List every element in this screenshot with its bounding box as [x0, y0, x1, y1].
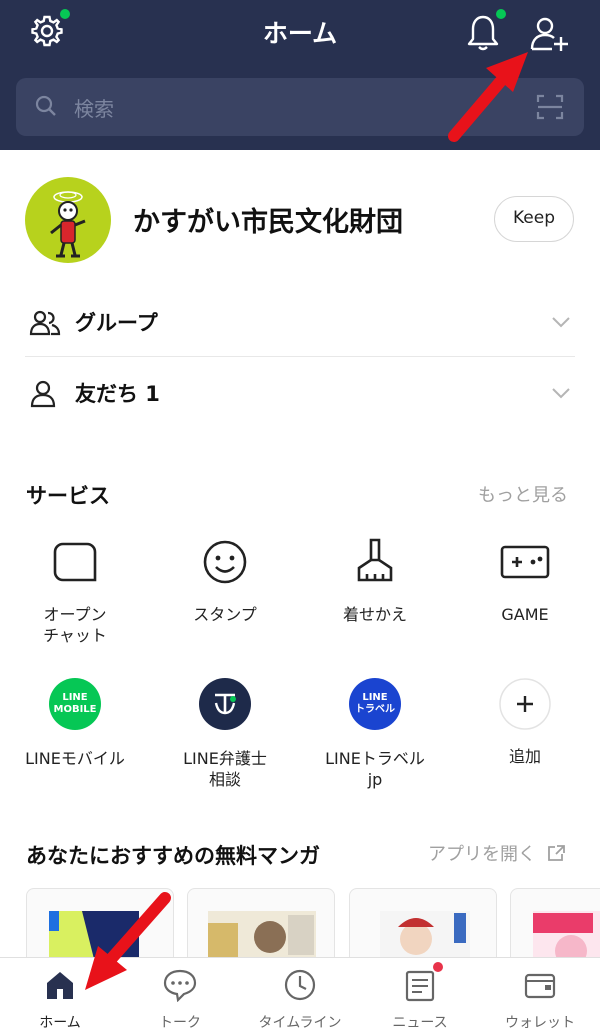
bottom-navigation: ホーム トーク タイムライン ニュース ウォレット	[0, 957, 600, 1032]
nav-label: ウォレット	[505, 1015, 575, 1031]
search-bar[interactable]: 検索	[16, 78, 584, 136]
nav-label: トーク	[159, 1015, 201, 1031]
profile-name[interactable]: かすがい市民文化財団	[133, 200, 403, 239]
service-label: スタンプ	[193, 605, 257, 624]
chat-icon	[163, 968, 197, 1003]
service-label: GAME	[501, 605, 549, 624]
group-label: グループ	[75, 311, 158, 335]
manga-card[interactable]	[510, 888, 600, 968]
game-icon	[497, 534, 553, 590]
group-icon	[29, 309, 61, 341]
add-friend-icon[interactable]	[530, 15, 570, 57]
nav-timeline[interactable]: タイムライン	[240, 968, 360, 1032]
nav-talk[interactable]: トーク	[120, 968, 240, 1032]
page-title: ホーム	[262, 19, 338, 48]
bell-notification-dot	[496, 9, 506, 19]
nav-wallet[interactable]: ウォレット	[480, 968, 600, 1032]
line-travel-icon: LINE トラベル	[347, 678, 403, 734]
nav-label: ニュース	[392, 1015, 448, 1031]
qr-scan-icon[interactable]	[536, 94, 564, 124]
service-label: LINE弁護士 相談	[183, 749, 267, 789]
wallet-icon	[523, 968, 557, 1002]
annotation-arrow-add-friend	[85, 52, 528, 990]
profile-avatar[interactable]	[25, 177, 111, 263]
service-label: LINEモバイル	[25, 749, 125, 768]
see-more-link[interactable]: もっと見る	[478, 481, 568, 507]
service-line-mobile[interactable]: LINE MOBILE LINEモバイル	[10, 676, 140, 769]
manga-card[interactable]	[26, 888, 174, 968]
nav-home[interactable]: ホーム	[0, 968, 120, 1032]
manga-card[interactable]	[349, 888, 497, 968]
service-open-chat[interactable]: オープン チャット	[10, 534, 140, 646]
chevron-down-icon	[551, 384, 571, 403]
bell-icon[interactable]	[466, 14, 500, 56]
search-icon	[34, 94, 58, 122]
line-travel-badge: LINE トラベル	[349, 678, 401, 730]
service-line-travel[interactable]: LINE トラベル LINEトラベル jp	[310, 676, 440, 790]
nav-label: ホーム	[39, 1015, 81, 1031]
open-chat-icon	[47, 534, 103, 590]
service-sticker[interactable]: スタンプ	[160, 534, 290, 625]
manga-title: あなたにおすすめの無料マンガ	[26, 844, 320, 868]
top-header: ホーム 検索	[0, 0, 600, 150]
friend-icon	[29, 380, 57, 412]
row-divider	[25, 356, 575, 357]
service-add[interactable]: 追加	[460, 676, 590, 767]
friends-label: 友だち 1	[75, 382, 160, 406]
services-title: サービス	[26, 484, 110, 508]
service-label: 着せかえ	[342, 605, 407, 624]
sticker-icon	[197, 534, 253, 590]
service-theme[interactable]: 着せかえ	[310, 534, 440, 625]
line-lawyer-icon	[197, 678, 253, 734]
manga-card[interactable]	[187, 888, 335, 968]
group-row[interactable]: グループ	[25, 287, 575, 357]
service-label: オープン チャット	[43, 605, 107, 645]
service-line-lawyer[interactable]: LINE弁護士 相談	[160, 676, 290, 790]
chevron-down-icon	[551, 313, 571, 332]
open-app-link[interactable]: アプリを開く	[428, 840, 566, 866]
news-icon	[403, 962, 443, 1002]
search-input[interactable]: 検索	[74, 93, 114, 122]
service-label: LINEトラベル jp	[325, 749, 425, 789]
add-icon	[497, 676, 553, 732]
clock-icon	[283, 968, 317, 1002]
home-icon	[43, 968, 77, 1002]
nav-news[interactable]: ニュース	[360, 962, 480, 1032]
friends-row[interactable]: 友だち 1	[25, 358, 575, 428]
nav-label: タイムライン	[258, 1015, 342, 1031]
open-app-label: アプリを開く	[428, 844, 536, 865]
line-mobile-icon: LINE MOBILE	[47, 678, 103, 734]
news-notification-dot	[433, 962, 443, 972]
service-label: 追加	[508, 747, 541, 766]
external-link-icon	[547, 845, 565, 861]
keep-button[interactable]: Keep	[494, 196, 574, 242]
line-mobile-badge: LINE MOBILE	[49, 678, 101, 730]
theme-icon	[347, 534, 403, 590]
service-game[interactable]: GAME	[460, 534, 590, 625]
